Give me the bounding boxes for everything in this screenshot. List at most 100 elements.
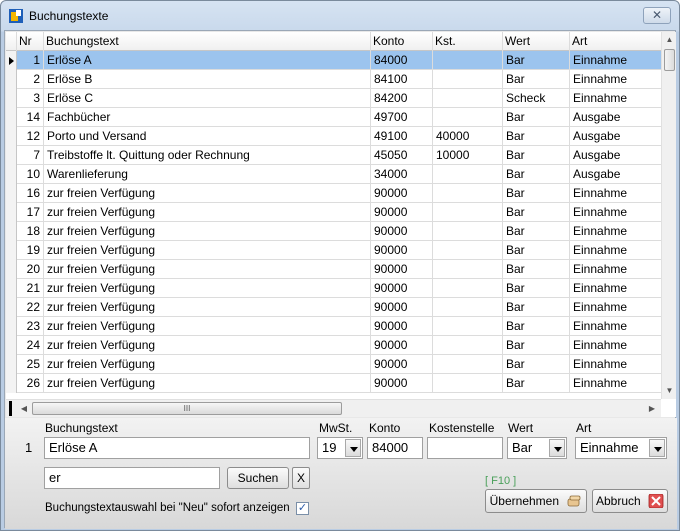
cell-wert[interactable]: Bar bbox=[503, 298, 570, 317]
scroll-left-icon[interactable]: ◀ bbox=[16, 400, 32, 417]
table-row[interactable]: 2 Erlöse B 84100 Bar Einnahme bbox=[6, 70, 662, 89]
cell-kst[interactable] bbox=[433, 279, 503, 298]
cell-wert[interactable]: Bar bbox=[503, 241, 570, 260]
cell-text[interactable]: zur freien Verfügung bbox=[44, 279, 371, 298]
cell-art[interactable]: Einnahme bbox=[570, 203, 662, 222]
table-row[interactable]: 23 zur freien Verfügung 90000 Bar Einnahme bbox=[6, 317, 662, 336]
table-row[interactable]: 19 zur freien Verfügung 90000 Bar Einnahme bbox=[6, 241, 662, 260]
cell-art[interactable]: Ausgabe bbox=[570, 165, 662, 184]
cell-art[interactable]: Ausgabe bbox=[570, 108, 662, 127]
table-row[interactable]: 26 zur freien Verfügung 90000 Bar Einnahme bbox=[6, 374, 662, 393]
column-header-kst[interactable]: Kst. bbox=[433, 32, 503, 51]
cell-text[interactable]: zur freien Verfügung bbox=[44, 298, 371, 317]
cell-konto[interactable]: 90000 bbox=[371, 317, 433, 336]
cell-nr[interactable]: 20 bbox=[17, 260, 44, 279]
table-row[interactable]: 1 Erlöse A 84000 Bar Einnahme bbox=[6, 51, 662, 70]
table-row[interactable]: 7 Treibstoffe lt. Quittung oder Rechnung 4… bbox=[6, 146, 662, 165]
cell-art[interactable]: Einnahme bbox=[570, 260, 662, 279]
search-input[interactable]: er bbox=[44, 467, 220, 489]
cell-art[interactable]: Einnahme bbox=[570, 184, 662, 203]
cell-wert[interactable]: Bar bbox=[503, 165, 570, 184]
cell-nr[interactable]: 19 bbox=[17, 241, 44, 260]
cell-text[interactable]: Erlöse C bbox=[44, 89, 371, 108]
cell-text[interactable]: zur freien Verfügung bbox=[44, 184, 371, 203]
vertical-scroll-thumb[interactable] bbox=[664, 49, 675, 71]
cell-nr[interactable]: 16 bbox=[17, 184, 44, 203]
cell-text[interactable]: zur freien Verfügung bbox=[44, 374, 371, 393]
row-indicator[interactable] bbox=[6, 317, 17, 336]
cell-kst[interactable] bbox=[433, 51, 503, 70]
cell-kst[interactable] bbox=[433, 70, 503, 89]
cell-nr[interactable]: 10 bbox=[17, 165, 44, 184]
cell-text[interactable]: zur freien Verfügung bbox=[44, 203, 371, 222]
chevron-down-icon[interactable] bbox=[649, 439, 665, 457]
cell-nr[interactable]: 26 bbox=[17, 374, 44, 393]
auto-show-checkbox[interactable]: ✓ bbox=[296, 502, 309, 515]
cell-nr[interactable]: 14 bbox=[17, 108, 44, 127]
row-indicator[interactable] bbox=[6, 165, 17, 184]
chevron-down-icon[interactable] bbox=[345, 439, 361, 457]
cell-wert[interactable]: Bar bbox=[503, 336, 570, 355]
cell-art[interactable]: Einnahme bbox=[570, 222, 662, 241]
cell-text[interactable]: zur freien Verfügung bbox=[44, 336, 371, 355]
column-header-wert[interactable]: Wert bbox=[503, 32, 570, 51]
row-indicator[interactable] bbox=[6, 70, 17, 89]
cell-art[interactable]: Ausgabe bbox=[570, 127, 662, 146]
cell-konto[interactable]: 49100 bbox=[371, 127, 433, 146]
cell-kst[interactable] bbox=[433, 108, 503, 127]
close-button[interactable]: ✕ bbox=[643, 7, 671, 24]
vertical-scrollbar[interactable]: ▲ ▼ bbox=[661, 32, 676, 399]
cell-nr[interactable]: 3 bbox=[17, 89, 44, 108]
cell-text[interactable]: Warenlieferung bbox=[44, 165, 371, 184]
cell-kst[interactable] bbox=[433, 374, 503, 393]
column-header-text[interactable]: Buchungstext bbox=[44, 32, 371, 51]
cell-text[interactable]: Treibstoffe lt. Quittung oder Rechnung bbox=[44, 146, 371, 165]
row-indicator[interactable] bbox=[6, 355, 17, 374]
cell-nr[interactable]: 21 bbox=[17, 279, 44, 298]
cell-wert[interactable]: Bar bbox=[503, 146, 570, 165]
cell-wert[interactable]: Bar bbox=[503, 355, 570, 374]
cell-nr[interactable]: 22 bbox=[17, 298, 44, 317]
row-indicator[interactable] bbox=[6, 89, 17, 108]
cell-wert[interactable]: Bar bbox=[503, 203, 570, 222]
table-row[interactable]: 22 zur freien Verfügung 90000 Bar Einnahme bbox=[6, 298, 662, 317]
horizontal-scrollbar[interactable]: ◀ III ▶ bbox=[6, 399, 661, 417]
table-row[interactable]: 16 zur freien Verfügung 90000 Bar Einnahme bbox=[6, 184, 662, 203]
cell-konto[interactable]: 84000 bbox=[371, 51, 433, 70]
row-indicator[interactable] bbox=[6, 184, 17, 203]
cell-text[interactable]: zur freien Verfügung bbox=[44, 241, 371, 260]
table-row[interactable]: 3 Erlöse C 84200 Scheck Einnahme bbox=[6, 89, 662, 108]
scroll-right-icon[interactable]: ▶ bbox=[644, 400, 660, 417]
cell-kst[interactable] bbox=[433, 298, 503, 317]
apply-button[interactable]: Übernehmen bbox=[485, 489, 587, 513]
cell-kst[interactable] bbox=[433, 336, 503, 355]
cell-konto[interactable]: 90000 bbox=[371, 355, 433, 374]
row-indicator[interactable] bbox=[6, 108, 17, 127]
cell-art[interactable]: Einnahme bbox=[570, 298, 662, 317]
cell-text[interactable]: Porto und Versand bbox=[44, 127, 371, 146]
table-row[interactable]: 25 zur freien Verfügung 90000 Bar Einnahme bbox=[6, 355, 662, 374]
cell-art[interactable]: Einnahme bbox=[570, 51, 662, 70]
cell-nr[interactable]: 17 bbox=[17, 203, 44, 222]
cell-konto[interactable]: 84200 bbox=[371, 89, 433, 108]
cell-konto[interactable]: 90000 bbox=[371, 374, 433, 393]
cell-wert[interactable]: Scheck bbox=[503, 89, 570, 108]
table-row[interactable]: 10 Warenlieferung 34000 Bar Ausgabe bbox=[6, 165, 662, 184]
cell-kst[interactable]: 10000 bbox=[433, 146, 503, 165]
kostenstelle-field[interactable] bbox=[427, 437, 503, 459]
row-indicator[interactable] bbox=[6, 127, 17, 146]
cell-art[interactable]: Einnahme bbox=[570, 336, 662, 355]
cell-wert[interactable]: Bar bbox=[503, 51, 570, 70]
column-header-konto[interactable]: Konto bbox=[371, 32, 433, 51]
table-row[interactable]: 20 zur freien Verfügung 90000 Bar Einnahme bbox=[6, 260, 662, 279]
cell-text[interactable]: Erlöse B bbox=[44, 70, 371, 89]
table-row[interactable]: 17 zur freien Verfügung 90000 Bar Einnahme bbox=[6, 203, 662, 222]
cell-nr[interactable]: 25 bbox=[17, 355, 44, 374]
row-indicator[interactable] bbox=[6, 279, 17, 298]
table-row[interactable]: 18 zur freien Verfügung 90000 Bar Einnahme bbox=[6, 222, 662, 241]
cell-art[interactable]: Ausgabe bbox=[570, 146, 662, 165]
cell-wert[interactable]: Bar bbox=[503, 317, 570, 336]
table-row[interactable]: 21 zur freien Verfügung 90000 Bar Einnahme bbox=[6, 279, 662, 298]
cell-wert[interactable]: Bar bbox=[503, 184, 570, 203]
cell-art[interactable]: Einnahme bbox=[570, 355, 662, 374]
